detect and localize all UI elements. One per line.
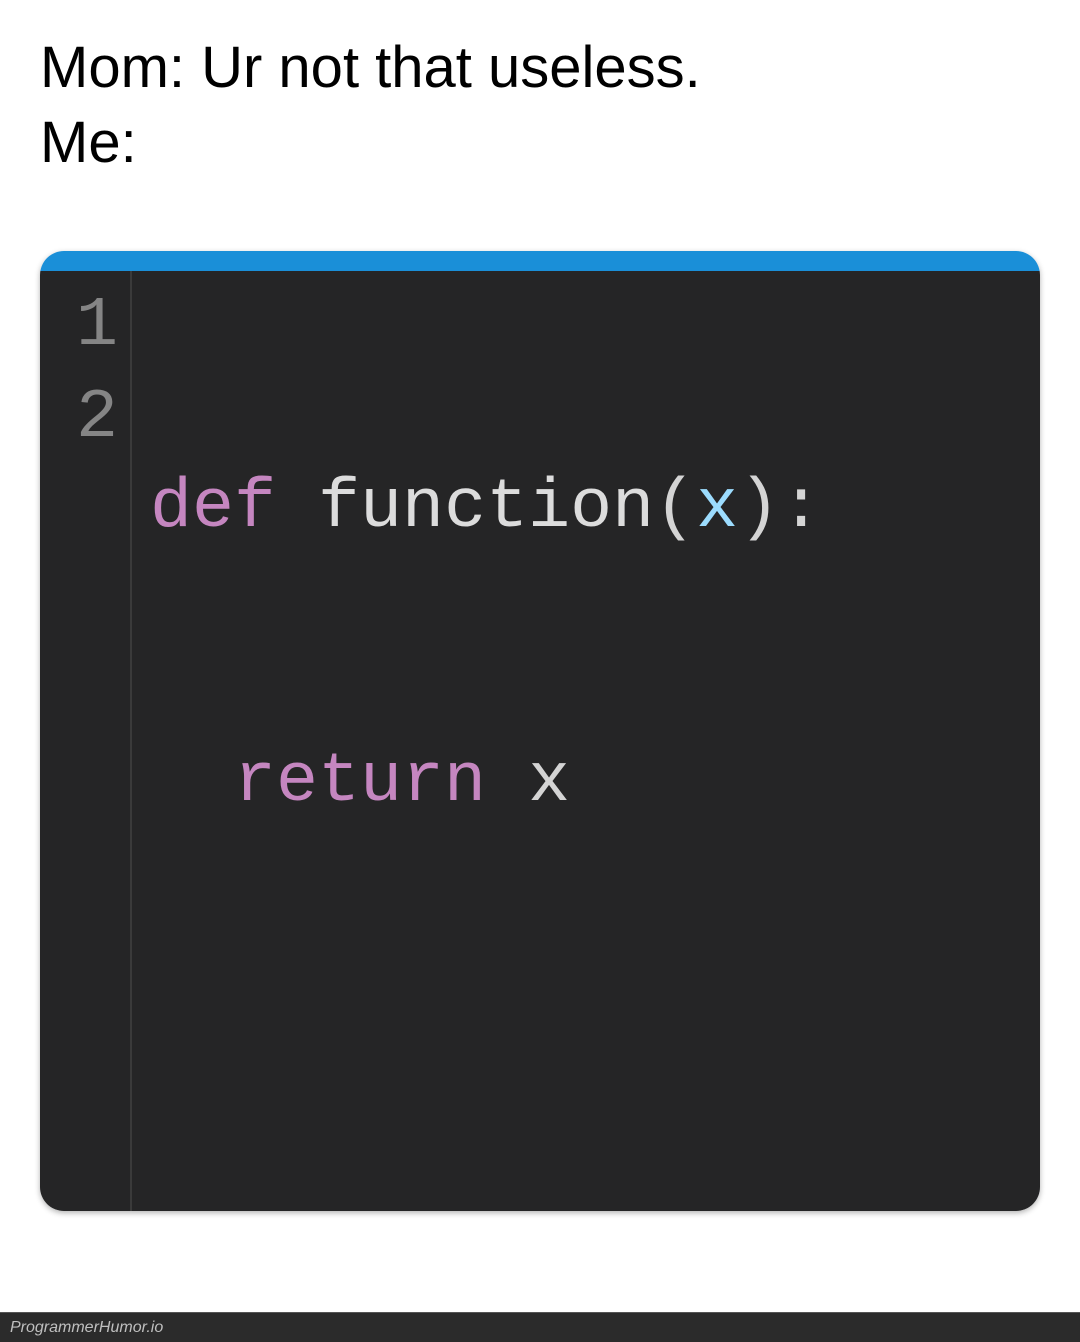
meme-caption: Mom: Ur not that useless. Me: — [0, 0, 1080, 191]
watermark-footer: ProgrammerHumor.io — [0, 1312, 1080, 1342]
code-editor-window: 1 2 def function(x): return x — [40, 251, 1040, 1211]
colon: : — [780, 463, 822, 554]
code-area: def function(x): return x — [132, 271, 822, 1211]
line-number-gutter: 1 2 — [40, 271, 132, 1211]
caption-line-1: Mom: Ur not that useless. — [40, 30, 1040, 105]
watermark-text: ProgrammerHumor.io — [10, 1319, 163, 1337]
line-number: 1 — [40, 281, 130, 373]
code-line-1: def function(x): — [150, 463, 822, 555]
keyword-return: return — [234, 737, 486, 828]
editor-body: 1 2 def function(x): return x — [40, 271, 1040, 1211]
variable: x — [528, 737, 570, 828]
parameter: x — [696, 463, 738, 554]
code-line-2: return x — [150, 737, 822, 829]
line-number: 2 — [40, 373, 130, 465]
caption-line-2: Me: — [40, 105, 1040, 180]
paren-close: ) — [738, 463, 780, 554]
keyword-def: def — [150, 463, 276, 554]
editor-titlebar — [40, 251, 1040, 271]
function-name: function — [318, 463, 654, 554]
paren-open: ( — [654, 463, 696, 554]
